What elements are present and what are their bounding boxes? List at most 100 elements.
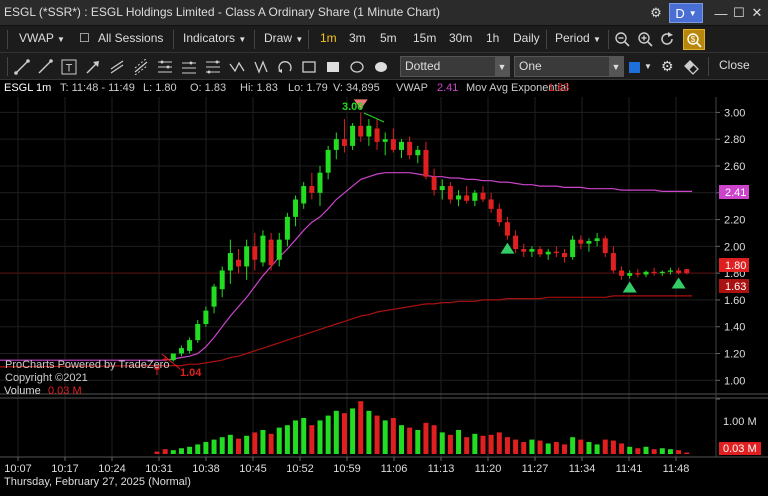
candle-body: [366, 125, 372, 137]
volume-bar: [594, 444, 600, 454]
candle-body: [456, 195, 462, 200]
candle-body: [252, 246, 258, 260]
volume-bar: [227, 434, 233, 454]
zoom-out-icon[interactable]: [614, 31, 630, 47]
arc-tool-icon[interactable]: [277, 59, 293, 75]
volume-bar: [358, 401, 364, 454]
last-price-tag-text: 1.80: [725, 260, 746, 272]
x-tick-label: 11:06: [381, 463, 408, 475]
interval-15m[interactable]: 15m: [413, 31, 436, 45]
candle-body: [504, 222, 510, 236]
vwap-price-tag-text: 2.41: [725, 187, 746, 199]
volume-bar: [676, 450, 682, 454]
x-tick-label: 11:27: [522, 463, 549, 475]
close-icon[interactable]: ✕: [748, 3, 766, 23]
draw-dropdown[interactable]: Draw ▼: [264, 31, 303, 45]
arrow-tool-icon[interactable]: [85, 59, 101, 75]
vwap-value: 2.41: [437, 82, 459, 94]
volume-bar: [211, 439, 217, 454]
filled-ellipse-icon[interactable]: [373, 59, 389, 75]
y-tick-label: 1.60: [724, 295, 745, 307]
close-drawing-button[interactable]: Close: [719, 58, 750, 72]
minimize-icon[interactable]: —: [712, 3, 730, 23]
zigzag-tool-icon[interactable]: [229, 59, 245, 75]
interval-daily[interactable]: Daily: [513, 31, 540, 45]
interval-1m[interactable]: 1m: [320, 31, 337, 45]
study-dropdown[interactable]: VWAP ▼: [19, 31, 65, 45]
sessions-checkbox[interactable]: ☐: [79, 31, 90, 45]
text-tool-icon[interactable]: T: [61, 59, 77, 75]
y-tick-label: 2.00: [724, 241, 745, 253]
candle-body: [521, 249, 527, 252]
candle-body: [667, 270, 673, 272]
volume-bar: [456, 430, 462, 454]
interval-3m[interactable]: 3m: [349, 31, 366, 45]
zoom-in-icon[interactable]: [637, 31, 653, 47]
volume-bar: [423, 422, 429, 454]
gann-tool-icon[interactable]: [205, 59, 221, 75]
x-tick-label: 10:24: [98, 463, 126, 475]
y-tick-label: 1.00: [724, 375, 745, 387]
channel-tool-icon[interactable]: [109, 59, 125, 75]
eraser-icon[interactable]: [684, 59, 700, 75]
chevron-down-icon[interactable]: ▼: [644, 62, 652, 71]
chevron-down-icon: ▼: [609, 57, 623, 76]
volume-bar: [195, 444, 201, 454]
toolbar-main: VWAP ▼ ☐ All Sessions Indicators ▼ Draw …: [0, 26, 768, 53]
separator: [308, 30, 309, 49]
y-tick-label: 1.40: [724, 322, 745, 334]
separator: [546, 30, 547, 49]
settings-icon[interactable]: ⚙: [646, 3, 666, 23]
indicators-dropdown[interactable]: Indicators ▼: [183, 31, 246, 45]
candle-body: [415, 149, 421, 156]
volume-bar: [545, 443, 551, 454]
volume-bar: [684, 452, 690, 454]
volume-bar: [203, 442, 209, 454]
trend-line-icon[interactable]: [14, 59, 30, 75]
candle-body: [399, 141, 404, 150]
period-dropdown[interactable]: Period ▼: [555, 31, 601, 45]
low-label: L: 1.80: [143, 82, 177, 94]
volume-bar: [268, 433, 274, 454]
filled-rectangle-icon[interactable]: [325, 59, 341, 75]
volume-title: Volume: [4, 385, 41, 397]
candle-body: [643, 271, 649, 275]
y-tick-label: 2.20: [724, 215, 745, 227]
magnet-icon[interactable]: $: [683, 29, 705, 50]
maximize-icon[interactable]: ☐: [730, 3, 748, 23]
interval-5m[interactable]: 5m: [380, 31, 397, 45]
rectangle-tool-icon[interactable]: [301, 59, 317, 75]
candle-body: [610, 253, 616, 271]
x-tick-label: 11:13: [428, 463, 455, 475]
low2-label: Lo: 1.79: [288, 82, 328, 94]
line-style-select[interactable]: Dotted ▼: [400, 56, 510, 77]
price-chart[interactable]: 3.002.802.602.402.202.001.801.601.401.20…: [0, 97, 768, 496]
interval-30m[interactable]: 30m: [449, 31, 472, 45]
fib-extension-icon[interactable]: [181, 59, 197, 75]
volume-bar: [350, 408, 356, 454]
candle-body: [227, 253, 233, 271]
candle-body: [439, 186, 445, 191]
toolbar-drawing: T Dotted ▼ One ▼ ▼ ⚙ Close: [0, 53, 768, 80]
gear-icon[interactable]: ⚙: [661, 58, 674, 75]
refresh-icon[interactable]: [659, 31, 675, 47]
ema-value: 1.63: [548, 82, 570, 94]
fibonacci-tool-icon[interactable]: [157, 59, 173, 75]
candle-body: [578, 239, 584, 244]
chart-info-bar: ESGL 1m T: 11:48 - 11:49 L: 1.80 O: 1.83…: [0, 80, 768, 97]
time-axis: 10:07 10:17 10:24 10:31 10:38 10:45 10:52 10:59…: [4, 457, 689, 475]
theme-dropdown[interactable]: D ▼: [669, 3, 703, 23]
regression-tool-icon[interactable]: [133, 59, 149, 75]
pitchfork-tool-icon[interactable]: [253, 59, 269, 75]
svg-text:T: T: [66, 63, 73, 75]
volume-bar: [619, 443, 625, 454]
x-tick-label: 10:45: [239, 463, 267, 475]
line-width-select[interactable]: One ▼: [514, 56, 624, 77]
color-swatch[interactable]: [629, 62, 640, 73]
candle-body: [635, 273, 641, 275]
ellipse-tool-icon[interactable]: [349, 59, 365, 75]
candle-body: [284, 216, 290, 240]
ray-line-icon[interactable]: [37, 59, 53, 75]
volume-bar: [496, 432, 502, 454]
interval-1h[interactable]: 1h: [486, 31, 499, 45]
